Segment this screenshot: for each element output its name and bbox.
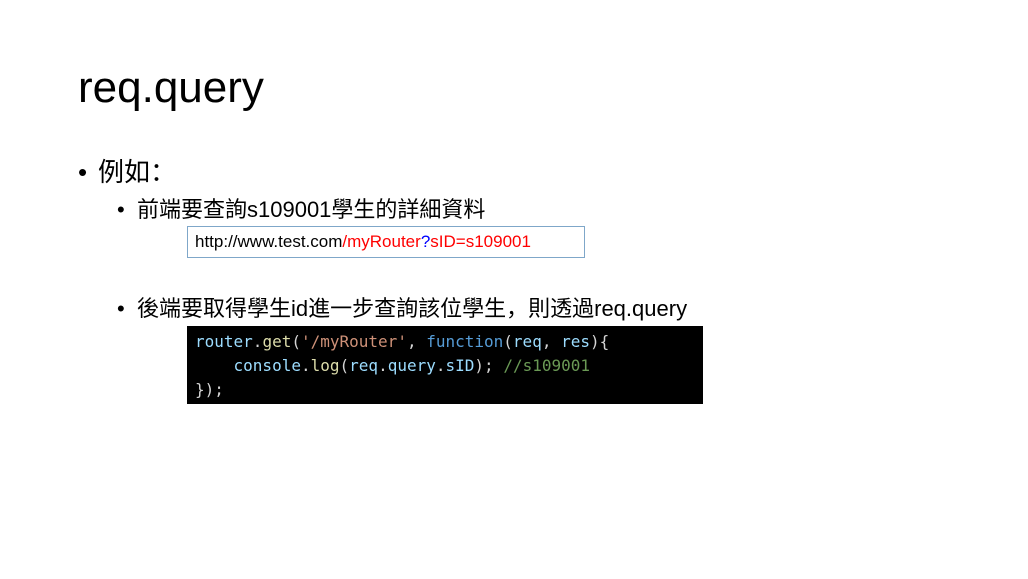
- url-host: http://www.test.com: [195, 232, 343, 251]
- code-snippet: router.get('/myRouter', function(req, re…: [187, 326, 703, 404]
- bullet-dot-icon: •: [117, 197, 125, 222]
- url-path: /myRouter: [342, 232, 421, 251]
- code-token: .: [300, 356, 311, 375]
- code-token: req: [349, 356, 379, 375]
- slide-title: req.query: [78, 63, 264, 112]
- code-line-2: console.log(req.query.sID); //s109001: [195, 354, 703, 378]
- url-example-box: http://www.test.com/myRouter?sID=s109001: [187, 226, 585, 258]
- code-token: ,: [406, 332, 427, 351]
- bullet-text: 前端要查詢s109001學生的詳細資料: [137, 197, 486, 222]
- code-token: .: [435, 356, 446, 375]
- code-comment: //s109001: [503, 356, 591, 375]
- slide: req.query • 例如： • 前端要查詢s109001學生的詳細資料 ht…: [0, 0, 1028, 579]
- bullet-backend: • 後端要取得學生id進一步查詢該位學生，則透過req.query: [117, 294, 687, 324]
- code-token: console: [233, 356, 301, 375]
- bullet-dot-icon: •: [78, 157, 88, 187]
- code-line-1: router.get('/myRouter', function(req, re…: [195, 330, 703, 354]
- code-token: function: [426, 332, 504, 351]
- code-token: ,: [541, 332, 562, 351]
- code-token: log: [310, 356, 340, 375]
- bullet-text: 後端要取得學生id進一步查詢該位學生，則透過req.query: [137, 296, 688, 321]
- code-token: .: [378, 356, 388, 375]
- code-token: );: [474, 356, 504, 375]
- url-query-mark: ?: [420, 232, 431, 251]
- bullet-example: • 例如：: [78, 154, 176, 190]
- bullet-frontend: • 前端要查詢s109001學生的詳細資料: [117, 195, 485, 225]
- code-token: sID: [445, 356, 475, 375]
- bullet-text: 例如：: [98, 157, 177, 187]
- code-token: .: [252, 332, 263, 351]
- bullet-dot-icon: •: [117, 296, 125, 321]
- code-token: '/myRouter': [300, 332, 407, 351]
- code-token: query: [387, 356, 436, 375]
- code-line-3: });: [195, 380, 224, 399]
- code-token: (: [339, 356, 350, 375]
- code-token: router: [195, 332, 253, 351]
- code-token: (: [291, 332, 301, 351]
- code-token: get: [262, 332, 292, 351]
- url-query-param: sID=s109001: [430, 232, 531, 251]
- code-token: ){: [590, 332, 610, 351]
- code-token: (: [503, 332, 513, 351]
- code-token: req: [512, 332, 542, 351]
- code-token: res: [561, 332, 590, 351]
